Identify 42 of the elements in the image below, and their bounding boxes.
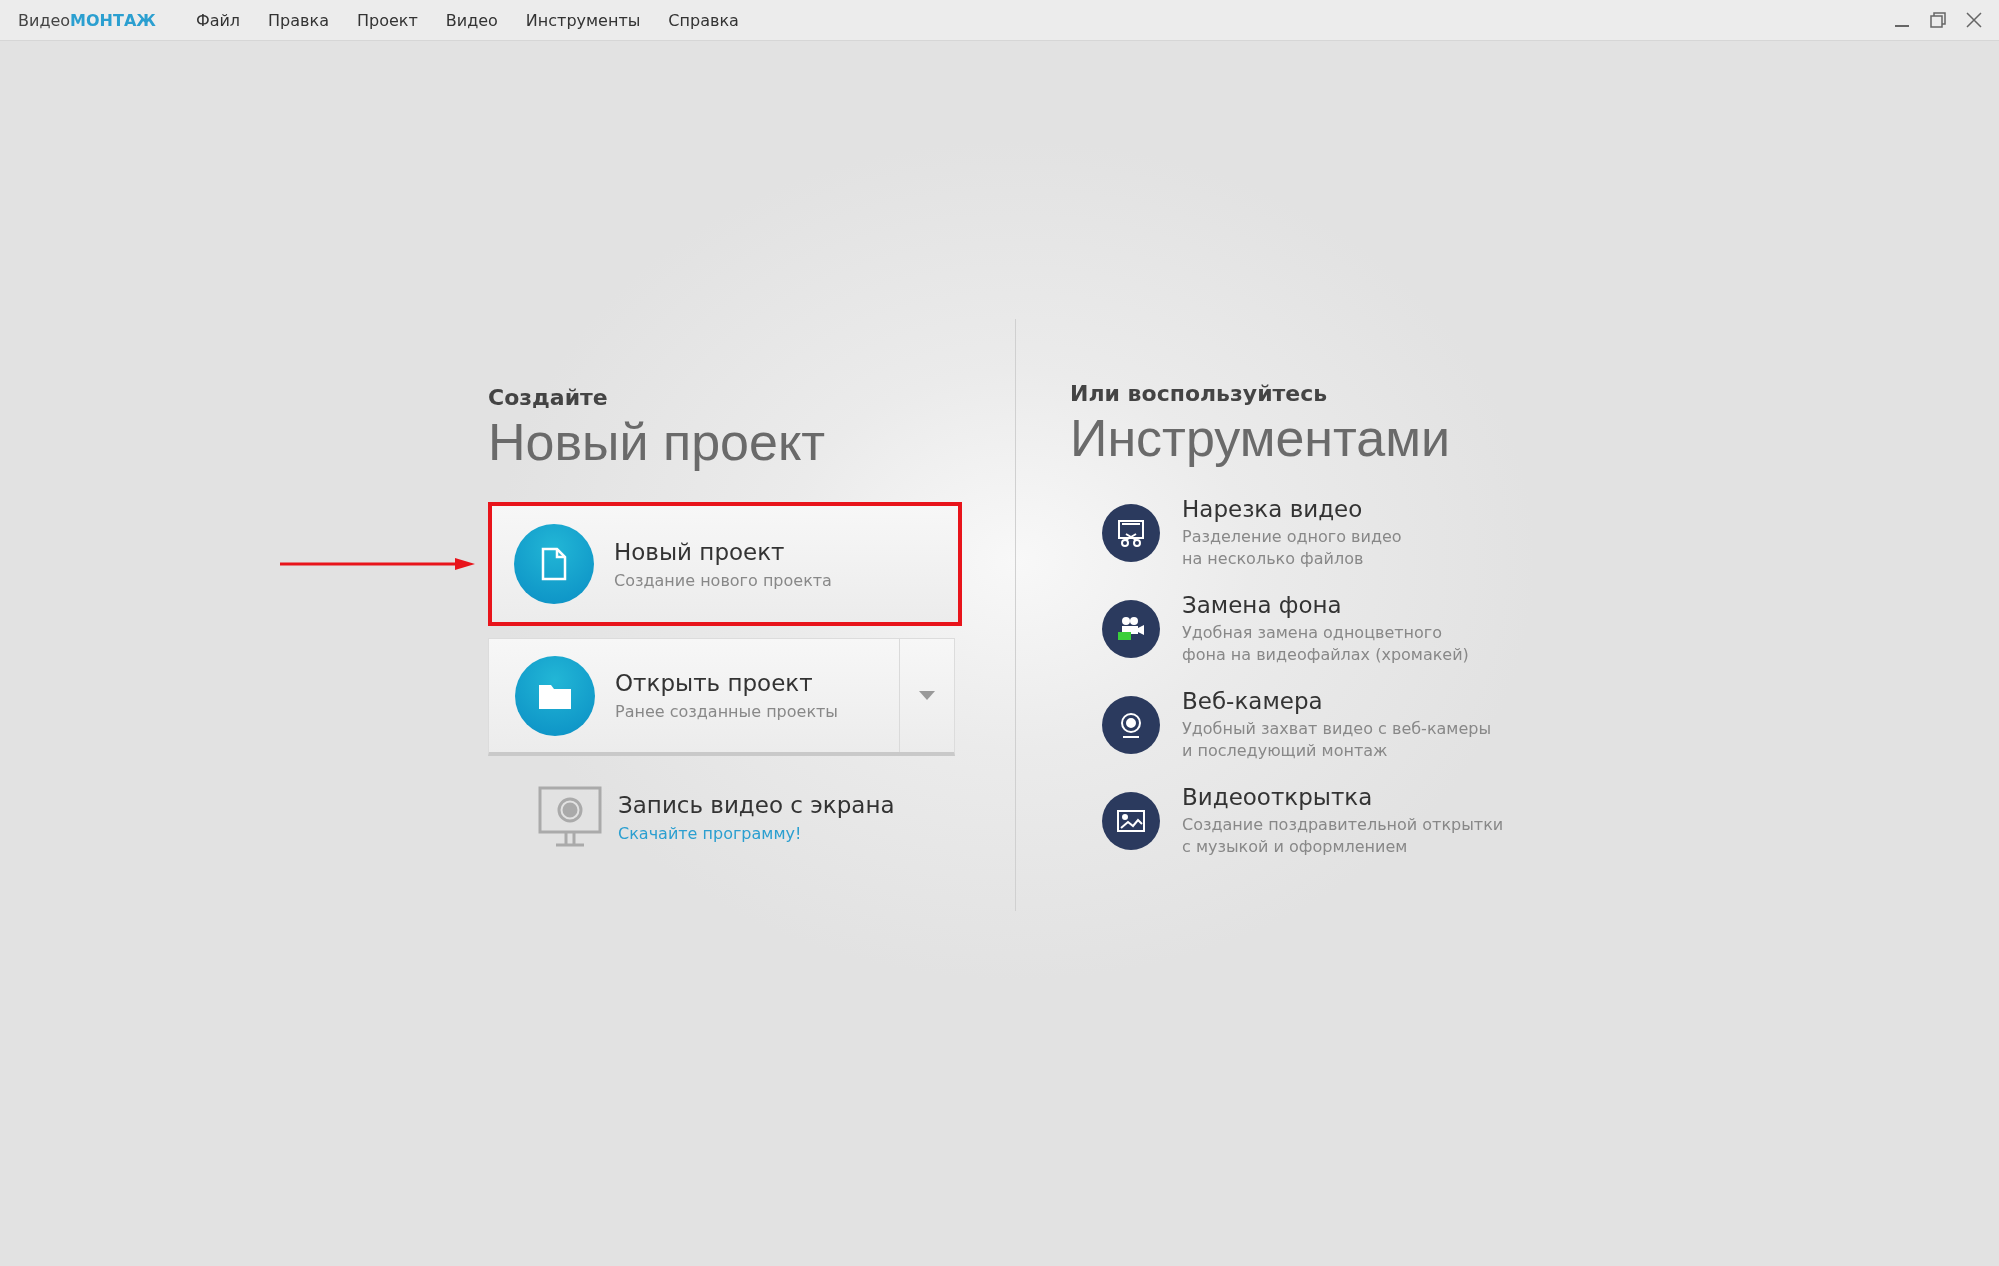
restore-icon <box>1930 12 1946 28</box>
menu-item[interactable]: Файл <box>195 6 241 34</box>
film-scissors-icon <box>1116 518 1146 548</box>
open-project-button[interactable]: Открыть проект Ранее созданные проекты <box>488 638 955 756</box>
close-icon <box>1966 12 1982 28</box>
recorder-title: Запись видео с экрана <box>618 791 895 818</box>
tool-button[interactable] <box>1102 696 1160 754</box>
tool-title[interactable]: Замена фона <box>1182 592 1469 618</box>
minimize-icon <box>1895 25 1909 27</box>
card-subtitle: Ранее созданные проекты <box>615 702 839 721</box>
picture-icon <box>1116 808 1146 834</box>
section-title: Инструментами <box>1070 408 1451 468</box>
app-logo: ВидеоМОНТАЖ <box>18 10 156 30</box>
restore-button[interactable] <box>1927 9 1949 31</box>
tool-description: на несколько файлов <box>1182 548 1365 570</box>
section-kicker: Создайте <box>488 385 609 410</box>
document-icon <box>541 547 567 581</box>
tool-button[interactable] <box>1102 600 1160 658</box>
tool-button[interactable] <box>1102 504 1160 562</box>
card-subtitle: Создание нового проекта <box>614 570 833 590</box>
tool-title[interactable]: Видеооткрытка <box>1182 784 1504 810</box>
menu-item[interactable]: Правка <box>268 6 329 34</box>
tool-description: Разделение одного видео <box>1182 526 1402 548</box>
caret-icon <box>919 691 935 700</box>
tool-description: и последующий монтаж <box>1182 740 1389 762</box>
menu-item[interactable]: Справка <box>668 6 739 34</box>
monitor-record-icon <box>538 786 602 848</box>
menu-item[interactable]: Инструменты <box>525 6 641 34</box>
tool-button[interactable] <box>1102 792 1160 850</box>
tool-description: с музыкой и оформлением <box>1182 836 1409 858</box>
tool-title[interactable]: Нарезка видео <box>1182 496 1402 522</box>
tool-description: Создание поздравительной открытки <box>1182 814 1504 836</box>
section-title: Новый проект <box>488 412 827 472</box>
tool-description: Удобная замена одноцветного <box>1182 622 1444 644</box>
menu-item[interactable]: Видео <box>445 6 498 34</box>
tool-description: Удобный захват видео с веб-камеры <box>1182 718 1492 740</box>
section-kicker: Или воспользуйтесь <box>1070 381 1329 406</box>
tool-title[interactable]: Веб-камера <box>1182 688 1492 714</box>
menu-item[interactable]: Проект <box>356 6 418 34</box>
card-title: Открыть проект <box>615 670 814 696</box>
tool-description: фона на видеофайлах (хромакей) <box>1182 644 1469 666</box>
card-title: Новый проект <box>614 538 786 565</box>
